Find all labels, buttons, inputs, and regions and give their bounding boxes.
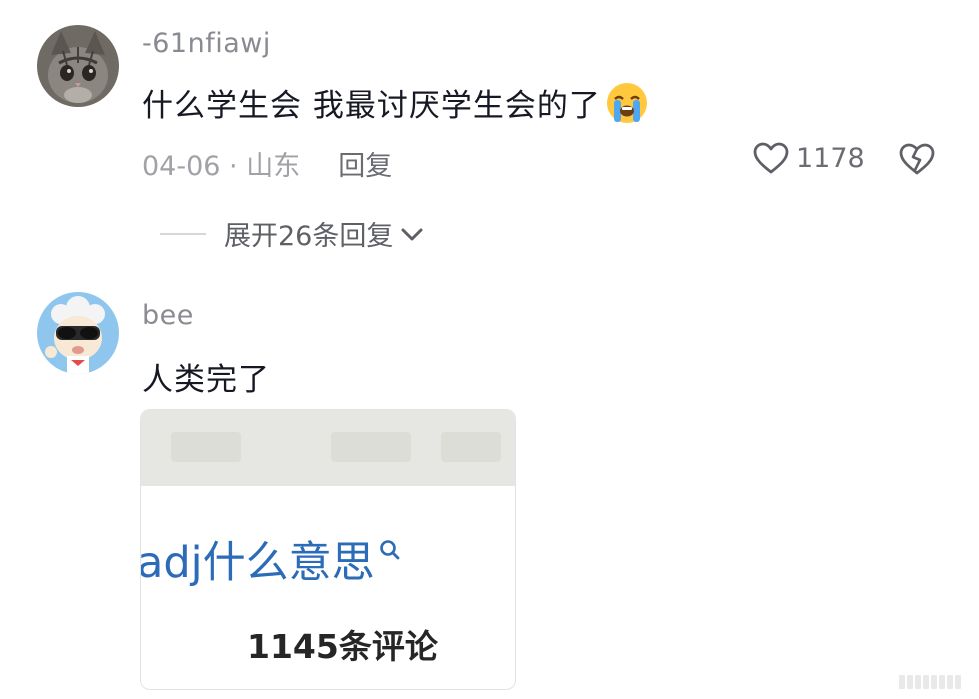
comment-meta: 04-06 · 山东 回复 (142, 144, 392, 183)
blurred-element (331, 432, 411, 462)
reply-button[interactable]: 回复 (338, 144, 392, 183)
blurred-element (171, 432, 241, 462)
heart-outline-icon (753, 142, 789, 174)
blurred-element (441, 432, 501, 462)
watermark (899, 675, 961, 689)
avatar-sheep-cartoon[interactable] (37, 292, 119, 374)
avatar-kitten[interactable] (37, 25, 119, 107)
comment-text: 什么学生会 我最讨厌学生会的了 (142, 80, 649, 125)
chevron-down-icon (401, 228, 423, 240)
search-query-label: adj什么意思 (140, 538, 375, 588)
expand-replies-button[interactable]: 展开26条回复 (160, 214, 425, 253)
like-count: 1178 (796, 142, 865, 174)
search-query-text: adj什么意思 (140, 528, 401, 590)
comment-count-text: 1145条评论 (247, 627, 438, 666)
expand-replies-label: 展开26条回复 (224, 221, 394, 252)
broken-heart-icon[interactable] (899, 142, 935, 176)
comment-text: 人类完了 (142, 354, 270, 399)
divider-line (160, 232, 206, 235)
search-icon (379, 540, 399, 560)
comment-text-content: 人类完了 (142, 362, 270, 398)
comment-username[interactable]: bee (142, 300, 194, 331)
comment-image-attachment[interactable]: adj什么意思 1145条评论 (140, 409, 516, 690)
like-button[interactable]: 1178 (752, 141, 865, 175)
comment-text-content: 什么学生会 我最讨厌学生会的了 (142, 88, 601, 124)
comment-feed: -61nfiawj 什么学生会 我最讨厌学生会的了 04-06 · 山东 回复 … (0, 0, 979, 699)
comment-username[interactable]: -61nfiawj (142, 28, 271, 59)
loudly-crying-face-emoji (606, 82, 647, 123)
comment-date-location: 04-06 · 山东 (142, 151, 301, 182)
